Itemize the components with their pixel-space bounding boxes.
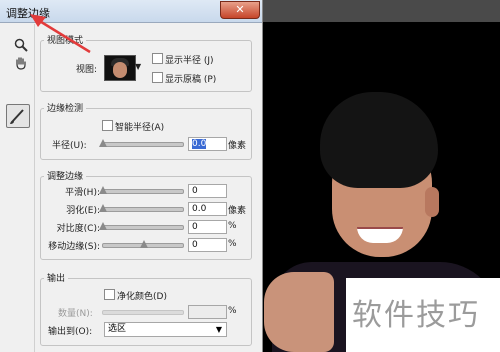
annotation-arrow — [30, 14, 91, 54]
